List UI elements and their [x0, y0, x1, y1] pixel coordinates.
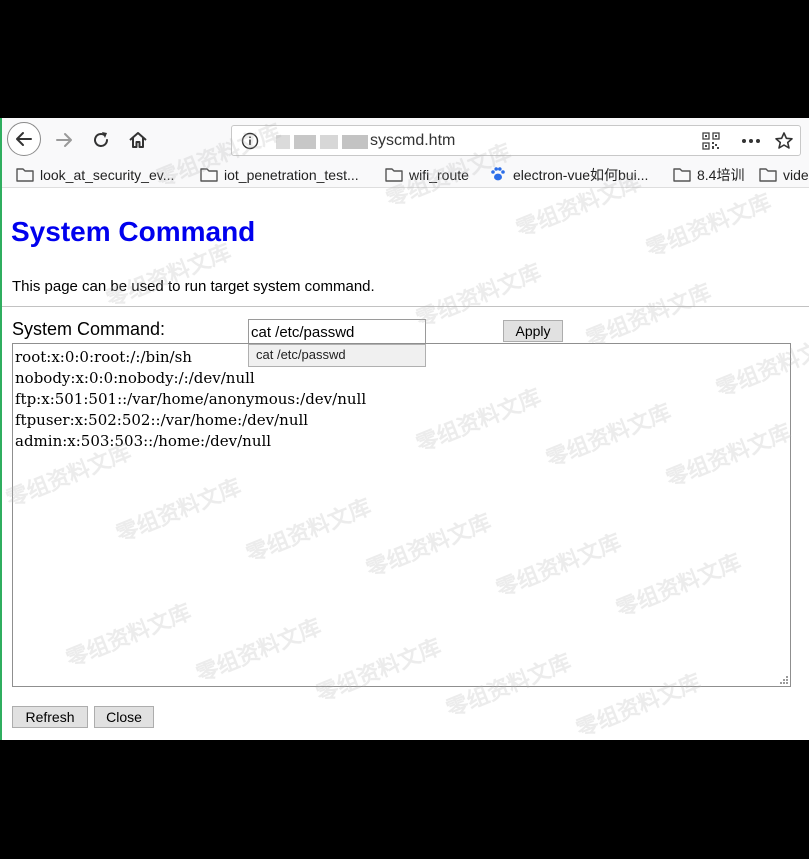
bookmark-item[interactable]: iot_penetration_test...: [200, 166, 359, 184]
close-button[interactable]: Close: [94, 706, 154, 728]
page-content: System Command This page can be used to …: [2, 188, 809, 740]
blurred-host: [276, 135, 290, 149]
bookmark-item[interactable]: electron-vue如何bui...: [489, 166, 648, 184]
qr-code-icon[interactable]: [702, 132, 720, 150]
folder-icon: [673, 168, 691, 182]
reload-icon[interactable]: [91, 130, 111, 150]
bookmark-label: iot_penetration_test...: [224, 167, 359, 183]
refresh-button[interactable]: Refresh: [12, 706, 88, 728]
folder-icon: [385, 168, 403, 182]
bookmark-label: wifi_route: [409, 167, 469, 183]
blurred-host: [320, 135, 338, 149]
folder-icon: [16, 168, 34, 182]
autocomplete-suggestion[interactable]: cat /etc/passwd: [256, 347, 346, 362]
output-line: ftp:x:501:501::/var/home/anonymous:/dev/…: [15, 390, 367, 408]
autocomplete-dropdown[interactable]: cat /etc/passwd: [248, 344, 426, 367]
address-bar[interactable]: syscmd.htm: [231, 125, 801, 156]
bookmark-label: electron-vue如何bui...: [513, 167, 649, 183]
resize-grip-icon[interactable]: [779, 675, 789, 685]
bookmark-item[interactable]: look_at_security_ev...: [16, 166, 174, 184]
url-text: syscmd.htm: [370, 132, 456, 149]
command-input[interactable]: [248, 319, 426, 345]
folder-icon: [759, 168, 777, 182]
page-description: This page can be used to run target syst…: [12, 278, 375, 295]
apply-button[interactable]: Apply: [503, 320, 563, 342]
output-line: root:x:0:0:root:/:/bin/sh: [15, 348, 192, 366]
output-line: admin:x:503:503::/home:/dev/null: [15, 432, 272, 450]
more-dots-icon[interactable]: [740, 132, 762, 150]
home-icon[interactable]: [128, 130, 148, 150]
command-label: System Command:: [12, 319, 166, 339]
bookmark-item[interactable]: vide: [759, 166, 809, 184]
star-icon[interactable]: [774, 131, 794, 151]
bookmark-item[interactable]: wifi_route: [385, 166, 469, 184]
folder-icon: [200, 168, 218, 182]
bookmark-label: 8.4培训: [697, 167, 745, 183]
bookmark-item[interactable]: 8.4培训: [673, 166, 744, 184]
page-title: System Command: [11, 216, 256, 247]
screenshot-root: syscmd.htm look_at_security_ev... iot_pe…: [0, 0, 809, 859]
blurred-host: [342, 135, 368, 149]
browser-toolbar: syscmd.htm: [2, 118, 809, 162]
bookmarks-bar: look_at_security_ev... iot_penetration_t…: [2, 162, 809, 188]
bookmark-label: look_at_security_ev...: [40, 167, 175, 183]
forward-arrow-icon[interactable]: [54, 130, 74, 150]
back-arrow-icon: [16, 132, 32, 146]
bookmark-label: vide: [783, 167, 809, 183]
command-output-textarea[interactable]: root:x:0:0:root:/:/bin/sh nobody:x:0:0:n…: [12, 343, 791, 687]
divider: [2, 306, 809, 307]
back-button[interactable]: [7, 122, 41, 156]
baidu-paw-icon: [491, 167, 505, 181]
info-icon[interactable]: [241, 132, 259, 150]
output-line: ftpuser:x:502:502::/var/home:/dev/null: [15, 411, 309, 429]
output-line: nobody:x:0:0:nobody:/:/dev/null: [15, 369, 255, 387]
blurred-host: [294, 135, 316, 149]
browser-window: syscmd.htm look_at_security_ev... iot_pe…: [0, 118, 809, 740]
